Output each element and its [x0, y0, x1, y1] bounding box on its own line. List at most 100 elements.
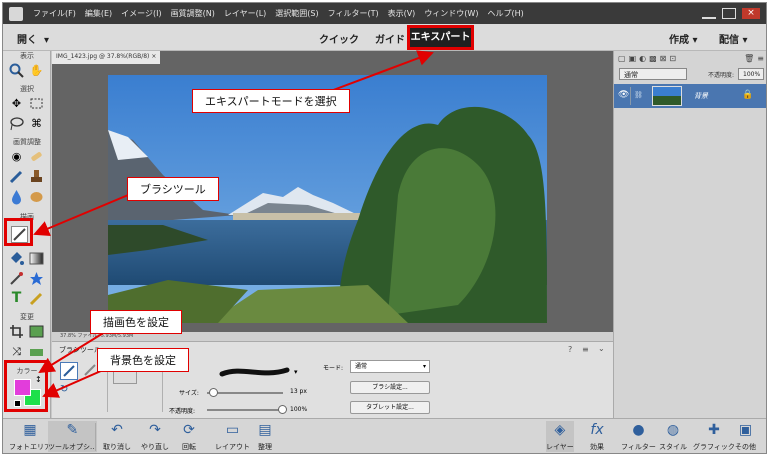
lasso-tool-icon[interactable]: [8, 115, 25, 132]
open-button[interactable]: 開く ▾: [17, 31, 49, 46]
create-button[interactable]: 作成 ▾: [669, 31, 698, 46]
custom-shape-tool-icon[interactable]: [28, 270, 45, 287]
layer-opacity-select[interactable]: 100%: [738, 68, 764, 80]
layer-name[interactable]: 背景: [694, 91, 708, 101]
layer-thumbnail: [652, 86, 682, 106]
brush-dropdown-icon[interactable]: ▾: [294, 368, 298, 376]
blend-mode-value: 通常: [624, 71, 638, 79]
menu-enhance[interactable]: 画質調整(N): [171, 8, 215, 19]
mode-select-chevron-icon: ▾: [422, 363, 426, 370]
crop-tool-icon[interactable]: [8, 323, 25, 340]
styles-button[interactable]: ◍ スタイル: [659, 421, 687, 452]
document-tab[interactable]: IMG_1423.jpg @ 37.8%(RGB/8) ×: [52, 51, 161, 64]
pencil-tool-icon[interactable]: [28, 290, 45, 307]
gradient-tool-icon[interactable]: [28, 250, 45, 267]
quick-selection-tool-icon[interactable]: ⌘: [28, 115, 45, 132]
zoom-tool-icon[interactable]: [8, 62, 25, 79]
opacity-slider[interactable]: [207, 409, 283, 411]
smart-brush-tool-icon[interactable]: [8, 168, 25, 185]
menu-select[interactable]: 選択範囲(S): [275, 8, 318, 19]
help-icon[interactable]: ?: [568, 345, 572, 354]
tab-quick[interactable]: クイック: [319, 31, 359, 46]
undo-button[interactable]: ↶ 取り消し: [103, 421, 131, 452]
layers-menu-icon[interactable]: ≡: [757, 54, 764, 65]
move-tool-icon[interactable]: ✥: [8, 95, 25, 112]
tab-expert[interactable]: エキスパート: [407, 25, 474, 50]
new-layer-icon[interactable]: ▢: [618, 54, 626, 65]
effects-button[interactable]: fx 効果: [587, 421, 607, 452]
menu-help[interactable]: ヘルプ(H): [487, 8, 523, 19]
graphics-label: グラフィック: [693, 443, 735, 451]
blur-tool-icon[interactable]: [8, 188, 25, 205]
menu-file[interactable]: ファイル(F): [33, 8, 76, 19]
foreground-color-swatch[interactable]: [14, 379, 31, 396]
sponge-tool-icon[interactable]: [28, 188, 45, 205]
tab-guided[interactable]: ガイド: [375, 31, 405, 46]
menu-view[interactable]: 表示(V): [388, 8, 416, 19]
layers-button[interactable]: ◈ レイヤー: [546, 421, 574, 452]
opacity-value[interactable]: 100%: [290, 406, 307, 413]
undo-label: 取り消し: [103, 443, 131, 451]
share-button[interactable]: 配信 ▾: [719, 31, 748, 46]
tool-options-button[interactable]: ✎ ツールオプシ...: [48, 421, 97, 452]
mode-select[interactable]: 通常 ▾: [350, 360, 430, 373]
document-tab-close-icon[interactable]: ×: [151, 53, 156, 60]
opacity-slider-handle[interactable]: [278, 405, 287, 414]
layer-row-background[interactable]: 👁 ⛓ 背景 🔒: [614, 84, 766, 108]
organizer-button[interactable]: ▤ 整理: [255, 421, 275, 452]
new-group-icon[interactable]: ▣: [629, 54, 637, 65]
layout-icon: ▭: [225, 422, 240, 438]
blend-mode-select[interactable]: 通常: [619, 68, 687, 80]
filters-label: フィルター: [621, 443, 656, 451]
size-slider-handle[interactable]: [209, 388, 218, 397]
section-select-label: 選択: [20, 85, 34, 93]
type-tool-icon[interactable]: T: [8, 290, 25, 307]
spot-healing-tool-icon[interactable]: [28, 148, 45, 165]
clone-stamp-tool-icon[interactable]: [28, 168, 45, 185]
close-button[interactable]: ×: [742, 8, 760, 19]
redo-button[interactable]: ↷ やり直し: [141, 421, 169, 452]
marquee-tool-icon[interactable]: [28, 95, 45, 112]
panel-menu-icon[interactable]: ≡: [582, 345, 589, 354]
filters-button[interactable]: ● フィルター: [621, 421, 656, 452]
photoshop-elements-window: ファイル(F) 編集(E) イメージ(I) 画質調整(N) レイヤー(L) 選択…: [2, 2, 767, 454]
delete-layer-icon[interactable]: 🗑: [744, 54, 754, 65]
lock-transparent-icon[interactable]: ⊡: [669, 54, 676, 65]
paint-bucket-tool-icon[interactable]: [8, 250, 25, 267]
menu-filter[interactable]: フィルター(T): [328, 8, 379, 19]
tablet-settings-button[interactable]: タブレット設定...: [350, 401, 430, 414]
rotate-button[interactable]: ⟳ 回転: [179, 421, 199, 452]
brush-mode-icon[interactable]: [60, 362, 78, 380]
eyedropper-tool-icon[interactable]: [8, 270, 25, 287]
photo-bin-label: フォトエリア: [9, 443, 51, 451]
collapse-chevron-icon[interactable]: ⌄: [598, 344, 605, 353]
menu-edit[interactable]: 編集(E): [85, 8, 112, 19]
photo-bin-button[interactable]: ▦ フォトエリア: [9, 421, 51, 452]
straighten-tool-icon[interactable]: ⤨: [8, 343, 25, 360]
size-slider[interactable]: [207, 392, 283, 394]
layout-button[interactable]: ▭ レイアウト: [215, 421, 250, 452]
brush-settings-button[interactable]: ブラシ設定...: [350, 381, 430, 394]
graphics-button[interactable]: ✚ グラフィック: [693, 421, 735, 452]
more-button[interactable]: ▣ その他: [735, 421, 756, 452]
content-aware-move-tool-icon[interactable]: [28, 343, 45, 360]
menu-window[interactable]: ウィンドウ(W): [424, 8, 478, 19]
layer-lock-icon: 🔒: [742, 90, 754, 100]
size-value[interactable]: 13 px: [290, 388, 307, 395]
menu-image[interactable]: イメージ(I): [121, 8, 161, 19]
layer-mask-icon[interactable]: ▩: [649, 54, 657, 65]
hand-tool-icon[interactable]: ✋: [28, 62, 45, 79]
color-replacement-icon[interactable]: ↻: [60, 384, 74, 396]
layer-visibility-eye-icon[interactable]: 👁: [618, 90, 629, 100]
red-eye-tool-icon[interactable]: ◉: [8, 148, 25, 165]
menu-layer[interactable]: レイヤー(L): [224, 8, 266, 19]
maximize-button[interactable]: [722, 8, 736, 19]
minimize-button[interactable]: [702, 8, 716, 19]
lock-all-icon[interactable]: ⊠: [660, 54, 667, 65]
impressionist-brush-icon[interactable]: [82, 362, 98, 378]
adjustment-layer-icon[interactable]: ◐: [639, 54, 646, 65]
graphics-icon: ✚: [708, 422, 720, 438]
styles-icon: ◍: [666, 422, 680, 438]
recompose-tool-icon[interactable]: [28, 323, 45, 340]
brush-stroke-preview: [219, 367, 290, 377]
